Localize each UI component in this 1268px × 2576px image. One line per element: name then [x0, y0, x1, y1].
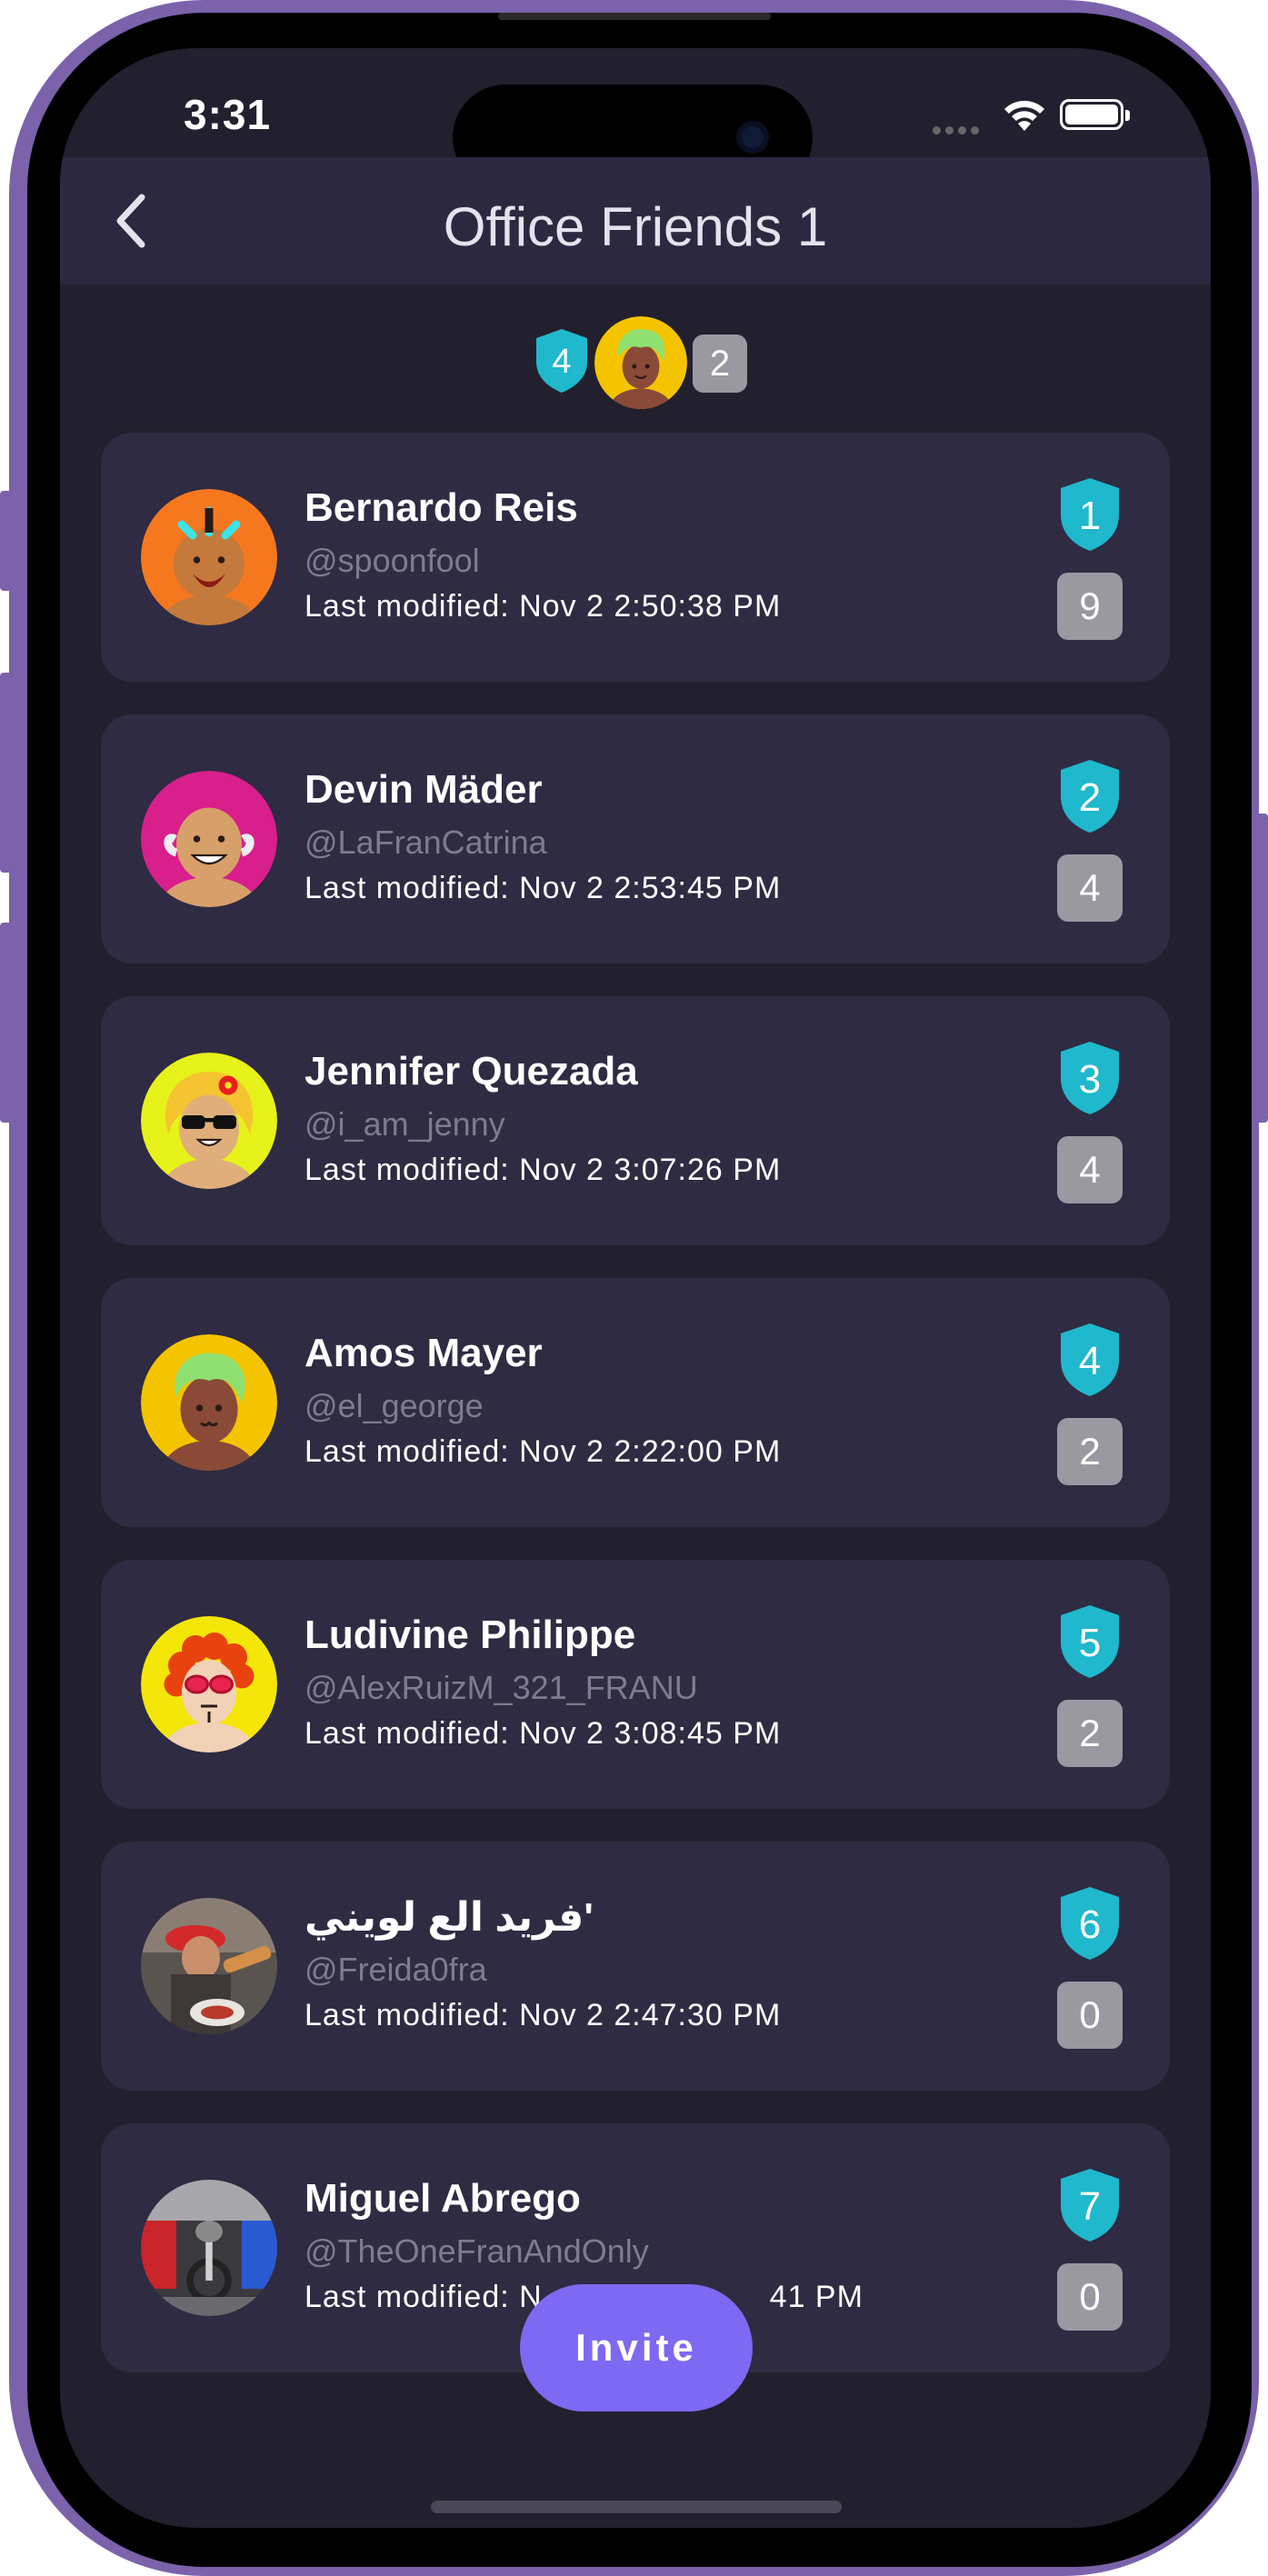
- friend-count-badge: 2: [1057, 1418, 1123, 1485]
- friend-count-badge: 4: [1057, 854, 1123, 922]
- friend-rank: 5: [1079, 1621, 1101, 1665]
- friend-rank: 1: [1079, 494, 1101, 538]
- friend-handle: @spoonfool: [305, 542, 480, 579]
- current-user-summary: 4 2: [60, 316, 1211, 416]
- friend-card[interactable]: فريد الع لويني' @Freida0fra Last modifie…: [101, 1842, 1170, 2091]
- friend-last-modified: Last modified: Nov 2 3:08:45 PM: [305, 1716, 782, 1751]
- friend-last-modified-start: Last modified: N: [305, 2280, 543, 2314]
- navigation-bar: Office Friends 1: [60, 157, 1211, 285]
- friend-name: Devin Mäder: [305, 767, 543, 812]
- rank-shield-icon: 6: [1061, 1887, 1119, 1960]
- sunglasses-flower-avatar: [141, 1053, 277, 1189]
- status-time: 3:31: [184, 91, 272, 138]
- status-bar: 3:31: [60, 48, 1211, 190]
- friend-handle: @AlexRuizM_321_FRANU: [305, 1669, 698, 1706]
- friend-rank: 2: [1079, 775, 1101, 820]
- friend-rank: 7: [1079, 2184, 1101, 2229]
- friend-card[interactable]: Jennifer Quezada @i_am_jenny Last modifi…: [101, 996, 1170, 1245]
- rank-shield-icon: 7: [1061, 2169, 1119, 2242]
- invite-button[interactable]: Invite: [520, 2284, 753, 2411]
- friend-card[interactable]: Bernardo Reis @spoonfool Last modified: …: [101, 433, 1170, 682]
- curly-red-hair-avatar: [141, 1616, 277, 1752]
- front-camera-icon: [736, 121, 769, 154]
- rank-shield-icon: 3: [1061, 1042, 1119, 1114]
- orange-guy-avatar: [141, 489, 277, 625]
- rank-shield-icon: 5: [1061, 1605, 1119, 1678]
- side-button-volume-up: [0, 673, 13, 873]
- friend-handle: @LaFranCatrina: [305, 824, 547, 861]
- photo-avatar-bike: [141, 2180, 277, 2316]
- screen: 3:31 Office Friends 1 4 2 Bernardo Reis …: [60, 48, 1211, 2528]
- friend-last-modified: Last modified: Nov 2 2:22:00 PM: [305, 1434, 782, 1469]
- friend-count-badge: 0: [1057, 2263, 1123, 2331]
- home-indicator[interactable]: [431, 2501, 842, 2513]
- side-button-power: [1255, 814, 1268, 1123]
- friend-name: Ludivine Philippe: [305, 1612, 636, 1657]
- friend-name: فريد الع لويني': [305, 1895, 594, 1940]
- bald-smiling-avatar: [141, 771, 277, 907]
- friend-last-modified: Last modified: Nov 2 3:07:26 PM: [305, 1153, 782, 1187]
- friend-name: Amos Mayer: [305, 1331, 543, 1375]
- friend-last-modified: Last modified: Nov 2 2:53:45 PM: [305, 871, 782, 905]
- summary-count-badge: 2: [693, 334, 747, 393]
- friend-handle: @el_george: [305, 1387, 484, 1424]
- friend-handle: @Freida0fra: [305, 1951, 487, 1988]
- cellular-signal-icon: [933, 123, 983, 139]
- friend-last-modified: Last modified: Nov 2 2:47:30 PM: [305, 1998, 782, 2032]
- photo-avatar-red-cap: [141, 1898, 277, 2034]
- friend-count-badge: 9: [1057, 573, 1123, 640]
- friend-name: Bernardo Reis: [305, 485, 578, 530]
- friend-last-modified-end: 41 PM: [769, 2280, 864, 2314]
- speaker-grille: [498, 13, 771, 20]
- friend-count-badge: 2: [1057, 1700, 1123, 1767]
- friend-name: Jennifer Quezada: [305, 1049, 638, 1093]
- friend-rank: 6: [1079, 1902, 1101, 1947]
- side-button-volume-down: [0, 923, 13, 1123]
- friend-rank: 3: [1079, 1057, 1101, 1102]
- side-button-silent: [0, 491, 13, 591]
- friend-rank: 4: [1079, 1339, 1101, 1383]
- friend-card[interactable]: Amos Mayer @el_george Last modified: Nov…: [101, 1278, 1170, 1527]
- friend-last-modified: Last modified: Nov 2 2:50:38 PM: [305, 589, 782, 624]
- wifi-icon: [1004, 100, 1044, 131]
- rank-shield-icon: 1: [1061, 478, 1119, 551]
- friend-count-badge: 0: [1057, 1982, 1123, 2049]
- friend-card[interactable]: Devin Mäder @LaFranCatrina Last modified…: [101, 714, 1170, 964]
- rank-shield-icon: 4: [536, 329, 587, 393]
- friend-name: Miguel Abrego: [305, 2176, 581, 2221]
- summary-rank: 4: [552, 343, 571, 381]
- green-hair-avatar: [141, 1334, 277, 1471]
- rank-shield-icon: 2: [1061, 760, 1119, 833]
- battery-icon: [1060, 99, 1130, 130]
- current-user-avatar: [594, 316, 687, 409]
- page-title: Office Friends 1: [443, 196, 828, 257]
- rank-shield-icon: 4: [1061, 1323, 1119, 1396]
- friend-count-badge: 4: [1057, 1136, 1123, 1203]
- friend-card[interactable]: Ludivine Philippe @AlexRuizM_321_FRANU L…: [101, 1560, 1170, 1809]
- friend-handle: @TheOneFranAndOnly: [305, 2232, 649, 2270]
- friend-handle: @i_am_jenny: [305, 1105, 505, 1143]
